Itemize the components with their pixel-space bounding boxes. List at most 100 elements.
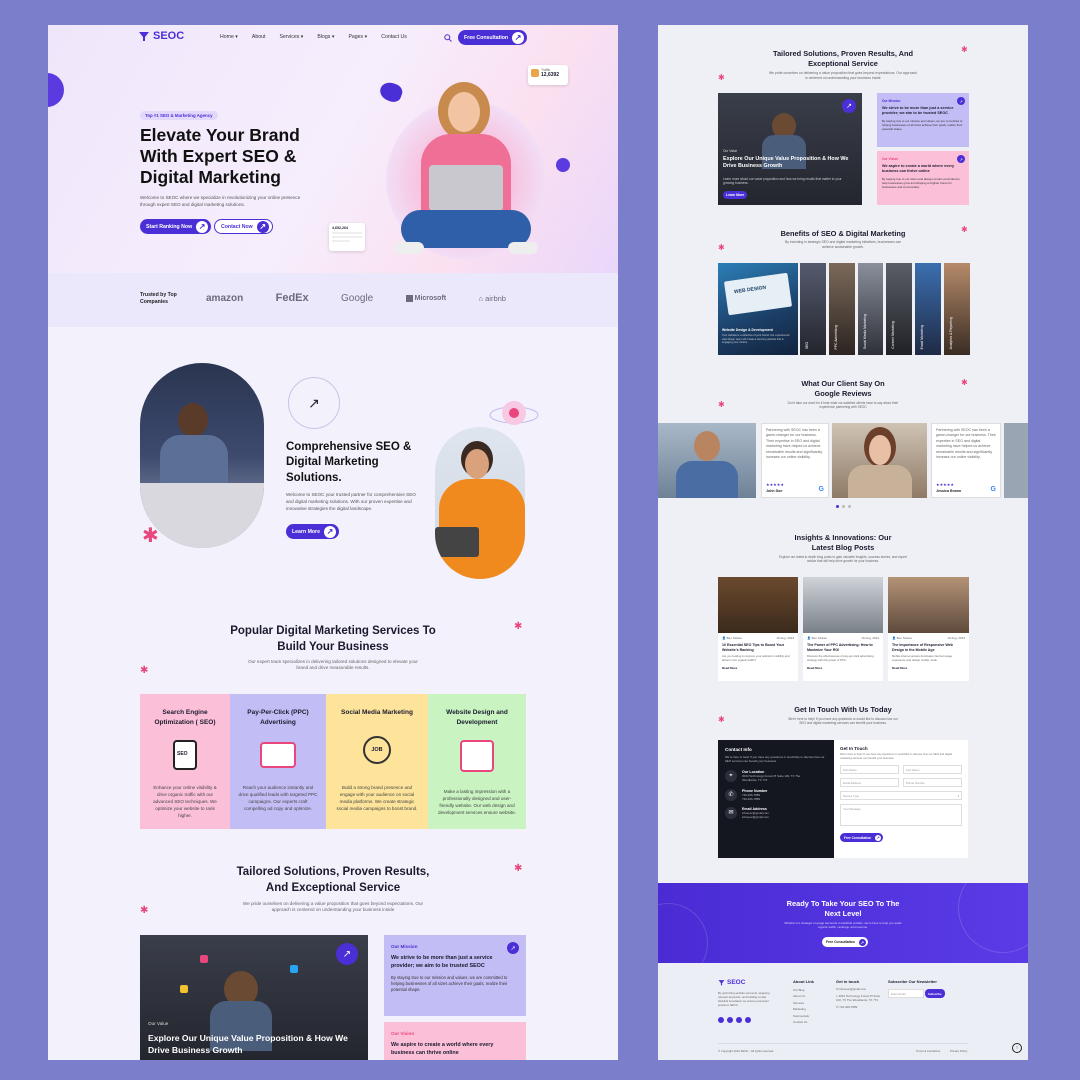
vision-title: We aspire to create a world where every … [882,164,955,174]
contact-title: Get In Touch With Us Today [794,705,892,714]
rating-stars: ★★★★★ [766,482,784,487]
benefit-tab-analytics[interactable]: Analytics & Reporting [944,263,970,355]
footer-link[interactable]: Contact Us [793,1019,809,1025]
logo[interactable]: SEOC [138,30,184,42]
google-icon: G [818,486,824,493]
logo-icon [139,32,149,41]
instagram-icon[interactable] [745,1017,751,1023]
blog-card[interactable]: 👤 Ben Stokes 19 Aug, 2023 The Power of PP… [803,577,883,681]
blog-post-title[interactable]: The Power of PPC Advertising: How to Max… [807,643,879,653]
blog-card[interactable]: 👤 Ben Stokes 19 Aug, 2023 10 Essential SE… [718,577,798,681]
vision-card-2[interactable]: ↗ Our Vision We aspire to create a world… [877,151,969,205]
benefit-tab-ppc[interactable]: PPC Advertising [828,263,855,355]
read-more-link[interactable]: Read More [892,666,965,670]
benefit-tab-social[interactable]: Social Media Marketing [857,263,884,355]
value-learn-more-button[interactable]: Learn More [723,191,748,199]
about-description: Welcome to SEOC your trusted partner for… [286,492,416,512]
about-links-title: About Link [793,979,814,984]
mission-card[interactable]: ↗ Our Mission We strive to be more than … [384,935,526,1016]
nav-pages[interactable]: Pages ▾ [348,34,367,40]
mission-card-2[interactable]: ↗ Our Mission We strive to be more than … [877,93,969,147]
blog-image [803,577,883,633]
nav-cta-label: Free Consultation [464,34,509,41]
about-title: Comprehensive SEO & Digital Marketing So… [286,441,412,484]
first-name-field[interactable]: First Name [840,764,899,774]
carousel-dots[interactable] [836,505,851,508]
benefit-tab-seo[interactable]: SEO [800,263,826,355]
read-more-link[interactable]: Read More [807,666,879,670]
newsletter-input[interactable]: Enter Email [888,989,924,998]
nav-cta-button[interactable]: Free Consultation ↗ [458,30,528,45]
job-search-icon: JOB [363,735,391,764]
twitter-icon[interactable] [727,1017,733,1023]
blog-post-title[interactable]: 10 Essential SEO Tips to Boost Your Webs… [722,643,794,653]
sparkle-icon: ✱ [140,665,149,676]
nav-services[interactable]: Services ▾ [279,34,303,40]
social-icons [718,1017,751,1023]
last-name-field[interactable]: Last Name [903,764,962,774]
mail-icon: ✉ [725,806,737,819]
homepage-left-panel: SEOC Home ▾ About Services ▾ Blogs ▾ Pag… [48,25,618,1060]
benefits-title: Benefits of SEO & Digital Marketing [780,229,906,238]
service-card-web[interactable]: Website Design and Development Make a la… [428,694,526,829]
phone-field[interactable]: Phone Number [903,777,962,787]
arrow-icon[interactable]: ↗ [336,943,358,965]
email-field[interactable]: Email Address [840,777,899,787]
sparkle-icon: ✱ [718,400,725,409]
service-select[interactable]: Service Type ▾ [840,790,962,800]
footer-logo[interactable]: SEOC [718,979,745,986]
cta-button[interactable]: Free Consultation ↗ [822,937,868,947]
benefit-featured[interactable]: WEB DESIGN Website Design & Development … [718,263,798,355]
arrow-icon: ↗ [196,220,209,233]
contact-now-button[interactable]: Contact Now ↗ [214,219,273,234]
arrow-icon[interactable]: ↗ [957,155,965,163]
scroll-top-button[interactable]: ↑ [1012,1043,1022,1053]
microsoft-logo: Microsoft [405,294,446,302]
nav-contact[interactable]: Contact Us [381,34,407,40]
service-card-social[interactable]: Social Media Marketing JOB Build a stron… [326,694,428,829]
airbnb-logo: ⌂ airbnb [478,293,506,303]
benefit-tab-email[interactable]: Email Marketing [915,263,942,355]
author-icon: 👤 Ben Stokes [722,636,742,640]
service-card-ppc[interactable]: Pay-Per-Click (PPC) Advertising Reach yo… [230,694,326,829]
submit-button[interactable]: Free Consultation ↗ [840,833,884,843]
cta-title: Ready To Take Your SEO To The Next Level [786,899,900,918]
privacy-link[interactable]: Privacy Policy [950,1049,967,1053]
read-more-link[interactable]: Read More [722,666,794,670]
subscribe-button[interactable]: Subscribe [925,989,945,998]
value-card[interactable]: ↗ Our Value Explore Our Unique Value Pro… [140,935,368,1060]
service-card-seo[interactable]: Search Engine Optimization ( SEO) SEO En… [140,694,230,829]
sparkle-icon: ✱ [961,225,968,234]
reviewer-photo [1004,423,1028,498]
vision-card[interactable]: Our Vision We aspire to create a world w… [384,1022,526,1060]
service-desc: Build a strong brand presence and engage… [336,784,418,812]
linkedin-icon[interactable] [736,1017,742,1023]
blog-card[interactable]: 👤 Ben Stokes 19 Aug, 2023 The Importance … [888,577,969,681]
terms-link[interactable]: Terms & Conditions [916,1049,940,1053]
nav-bar: Home ▾ About Services ▾ Blogs ▾ Pages ▾ … [220,34,407,40]
blog-post-desc: Are you looking to improve your website'… [722,653,790,662]
benefit-tab-content[interactable]: Content Marketing [886,263,913,355]
cta-banner: Ready To Take Your SEO To The Next Level… [658,883,1028,963]
nav-about[interactable]: About [252,34,266,40]
arrow-icon[interactable]: ↗ [507,942,519,954]
arrow-icon[interactable]: ↗ [957,97,965,105]
google-logo: Google [341,292,374,304]
value-card-2[interactable]: ↗ Our Value Explore Our Unique Value Pro… [718,93,862,205]
search-icon[interactable] [444,34,452,42]
arrow-icon[interactable]: ↗ [842,99,856,113]
footer-link[interactable]: Testimonials [793,1013,809,1019]
arrow-icon: ↗ [256,220,269,233]
facebook-icon[interactable] [718,1017,724,1023]
web-design-icon [460,739,494,772]
notebook-icon: SEO [173,739,197,770]
value-desc: Learn more about our value proposition a… [723,177,842,186]
chart-icon [531,69,539,77]
learn-more-button[interactable]: Learn More ↗ [286,524,339,539]
start-ranking-button[interactable]: Start Ranking Now ↗ [140,219,212,234]
nav-home[interactable]: Home ▾ [220,34,238,40]
nav-blogs[interactable]: Blogs ▾ [317,34,334,40]
reviewer-photo [832,423,927,498]
message-field[interactable]: Your Message [840,803,962,826]
blog-post-title[interactable]: The Importance of Responsive Web Design … [892,643,965,653]
